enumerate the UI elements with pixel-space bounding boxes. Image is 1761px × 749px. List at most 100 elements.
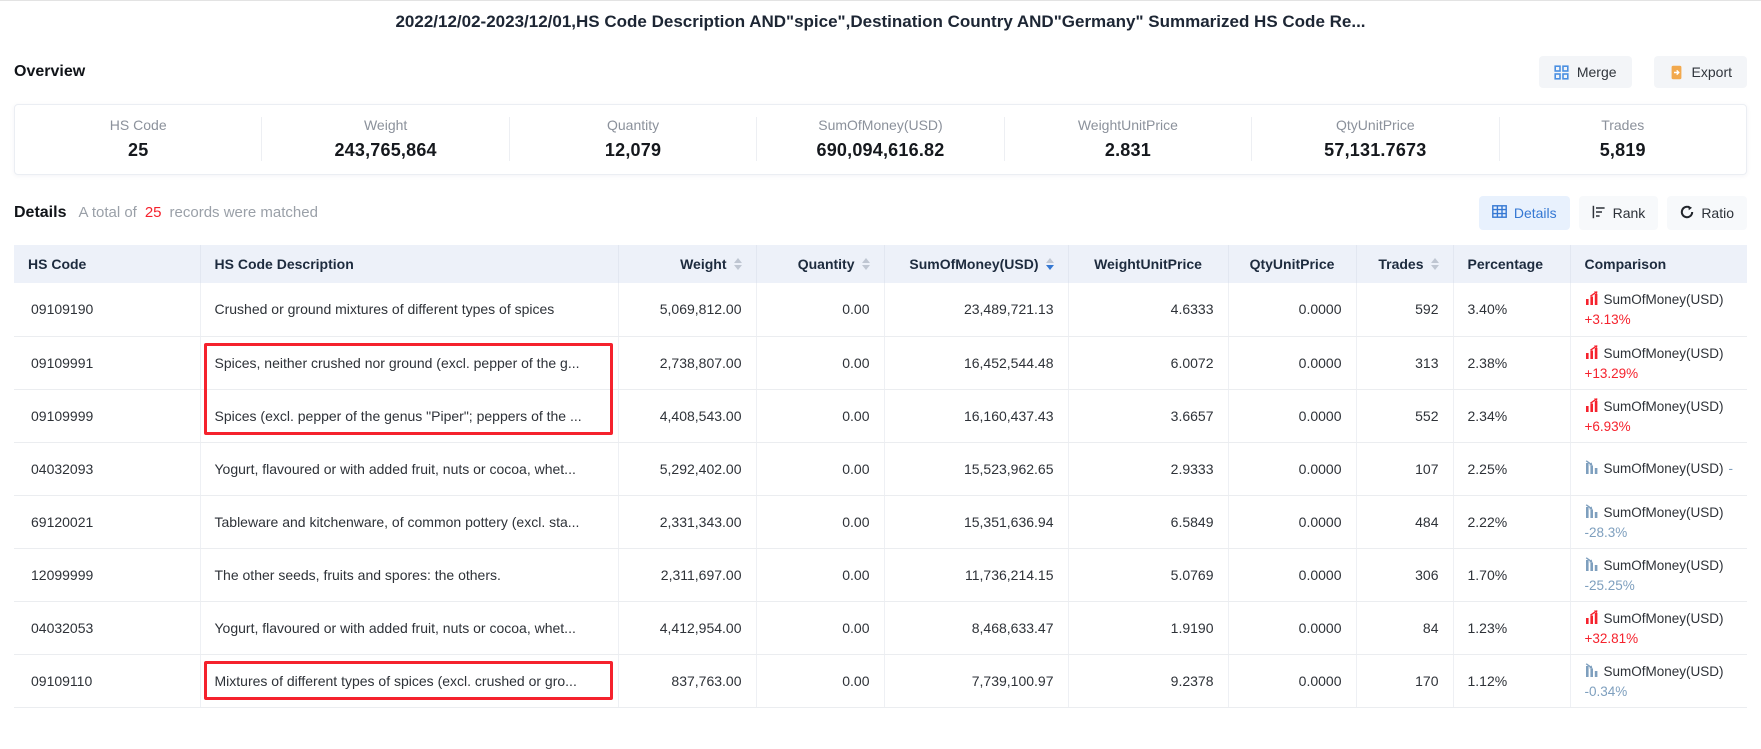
comparison-metric: SumOfMoney(USD): [1604, 611, 1724, 626]
stat-item: WeightUnitPrice2.831: [1004, 117, 1251, 161]
cell-sum_of_money: 16,160,437.43: [884, 389, 1068, 442]
column-header-sum_of_money[interactable]: SumOfMoney(USD): [884, 245, 1068, 283]
overview-header-row: Overview Merge Export: [14, 56, 1747, 88]
column-label: Quantity: [798, 256, 855, 272]
details-summary: Details A total of 25 records were match…: [14, 204, 318, 222]
stat-value: 12,079: [510, 140, 756, 161]
stat-value: 25: [15, 140, 261, 161]
cell-trades: 592: [1356, 283, 1453, 336]
page-title: 2022/12/02-2023/12/01,HS Code Descriptio…: [0, 1, 1761, 32]
cell-trades: 484: [1356, 495, 1453, 548]
sort-icon[interactable]: [1431, 258, 1439, 270]
column-label: Percentage: [1468, 256, 1543, 272]
column-header-comparison: Comparison: [1570, 245, 1747, 283]
cell-qty_unit_price: 0.0000: [1228, 495, 1356, 548]
overview-heading: Overview: [14, 63, 85, 81]
column-header-weight_unit_price: WeightUnitPrice: [1068, 245, 1228, 283]
cell-description: Yogurt, flavoured or with added fruit, n…: [200, 442, 618, 495]
cell-trades: 107: [1356, 442, 1453, 495]
comparison-cell: SumOfMoney(USD) +13.29%: [1570, 336, 1747, 389]
comparison-change: +6.93%: [1585, 419, 1734, 434]
column-label: Weight: [680, 256, 726, 272]
cell-sum_of_money: 11,736,214.15: [884, 548, 1068, 601]
trend-up-icon: [1585, 610, 1599, 627]
cell-quantity: 0.00: [756, 283, 884, 336]
column-label: Comparison: [1585, 256, 1667, 272]
trend-up-icon: [1585, 398, 1599, 415]
merge-button[interactable]: Merge: [1539, 56, 1632, 88]
cell-description: Mixtures of different types of spices (e…: [200, 654, 618, 707]
comparison-metric: SumOfMoney(USD): [1604, 505, 1724, 520]
trend-down-icon: [1585, 460, 1599, 477]
export-button[interactable]: Export: [1654, 56, 1747, 88]
details-header-row: Details A total of 25 records were match…: [14, 196, 1747, 230]
column-header-description: HS Code Description: [200, 245, 618, 283]
tab-details-label: Details: [1514, 205, 1557, 221]
table-row: 04032093Yogurt, flavoured or with added …: [14, 442, 1747, 495]
cell-trades: 306: [1356, 548, 1453, 601]
stat-item: QtyUnitPrice57,131.7673: [1251, 117, 1498, 161]
column-header-weight[interactable]: Weight: [618, 245, 756, 283]
cell-description: Spices (excl. pepper of the genus "Piper…: [200, 389, 618, 442]
matched-count: 25: [145, 204, 162, 221]
comparison-change: +13.29%: [1585, 366, 1734, 381]
sort-icon[interactable]: [734, 258, 742, 270]
cell-quantity: 0.00: [756, 654, 884, 707]
tab-ratio[interactable]: Ratio: [1667, 196, 1747, 230]
column-header-percentage: Percentage: [1453, 245, 1570, 283]
cell-weight_unit_price: 4.6333: [1068, 283, 1228, 336]
cell-qty_unit_price: 0.0000: [1228, 654, 1356, 707]
column-header-qty_unit_price: QtyUnitPrice: [1228, 245, 1356, 283]
cell-percentage: 3.40%: [1453, 283, 1570, 336]
stat-label: WeightUnitPrice: [1005, 117, 1251, 133]
cell-description: The other seeds, fruits and spores: the …: [200, 548, 618, 601]
cell-weight_unit_price: 6.0072: [1068, 336, 1228, 389]
cell-weight_unit_price: 6.5849: [1068, 495, 1228, 548]
cell-percentage: 2.25%: [1453, 442, 1570, 495]
column-header-trades[interactable]: Trades: [1356, 245, 1453, 283]
comparison-cell: SumOfMoney(USD)+6.93%: [1570, 389, 1747, 442]
comparison-metric: SumOfMoney(USD): [1604, 346, 1724, 361]
comparison-change: -25.25%: [1585, 578, 1734, 593]
stat-item: HS Code25: [15, 117, 261, 161]
cell-trades: 84: [1356, 601, 1453, 654]
comparison-cell: SumOfMoney(USD)-25.25%: [1570, 548, 1747, 601]
cell-qty_unit_price: 0.0000: [1228, 336, 1356, 389]
cell-percentage: 2.22%: [1453, 495, 1570, 548]
comparison-cell: SumOfMoney(USD)-0.: [1570, 442, 1747, 495]
sort-icon[interactable]: [862, 258, 870, 270]
tab-rank[interactable]: Rank: [1579, 196, 1659, 230]
comparison-cell: SumOfMoney(USD)-0.34%: [1570, 654, 1747, 707]
tab-details[interactable]: Details: [1479, 196, 1570, 230]
cell-percentage: 1.70%: [1453, 548, 1570, 601]
cell-percentage: 1.12%: [1453, 654, 1570, 707]
cell-qty_unit_price: 0.0000: [1228, 389, 1356, 442]
cell-sum_of_money: 15,523,962.65: [884, 442, 1068, 495]
cell-qty_unit_price: 0.0000: [1228, 548, 1356, 601]
cell-weight_unit_price: 1.9190: [1068, 601, 1228, 654]
stat-item: Quantity 12,079: [509, 117, 756, 161]
cell-weight_unit_price: 5.0769: [1068, 548, 1228, 601]
column-label: HS Code: [28, 256, 86, 272]
overview-stats-card: HS Code25Weight243,765,864Quantity12,079…: [14, 104, 1747, 175]
cell-qty_unit_price: 0.0000: [1228, 442, 1356, 495]
table-grid-icon: [1492, 205, 1507, 221]
stat-label: Quantity: [510, 117, 756, 133]
column-header-quantity[interactable]: Quantity: [756, 245, 884, 283]
comparison-metric: SumOfMoney(USD): [1604, 461, 1724, 476]
cell-weight: 5,069,812.00: [618, 283, 756, 336]
cell-weight: 2,311,697.00: [618, 548, 756, 601]
stat-value: 57,131.7673: [1252, 140, 1498, 161]
cell-quantity: 0.00: [756, 601, 884, 654]
stat-label: Trades: [1500, 117, 1746, 133]
sort-icon[interactable]: [1046, 258, 1054, 270]
table-row: 04032053Yogurt, flavoured or with added …: [14, 601, 1747, 654]
cell-sum_of_money: 7,739,100.97: [884, 654, 1068, 707]
cell-percentage: 2.34%: [1453, 389, 1570, 442]
cell-weight: 2,331,343.00: [618, 495, 756, 548]
cell-quantity: 0.00: [756, 495, 884, 548]
cell-description: Tableware and kitchenware, of common pot…: [200, 495, 618, 548]
comparison-cell: SumOfMoney(USD)-28.3%: [1570, 495, 1747, 548]
cell-hs_code: 09109190: [14, 283, 200, 336]
table-row: 12099999The other seeds, fruits and spor…: [14, 548, 1747, 601]
